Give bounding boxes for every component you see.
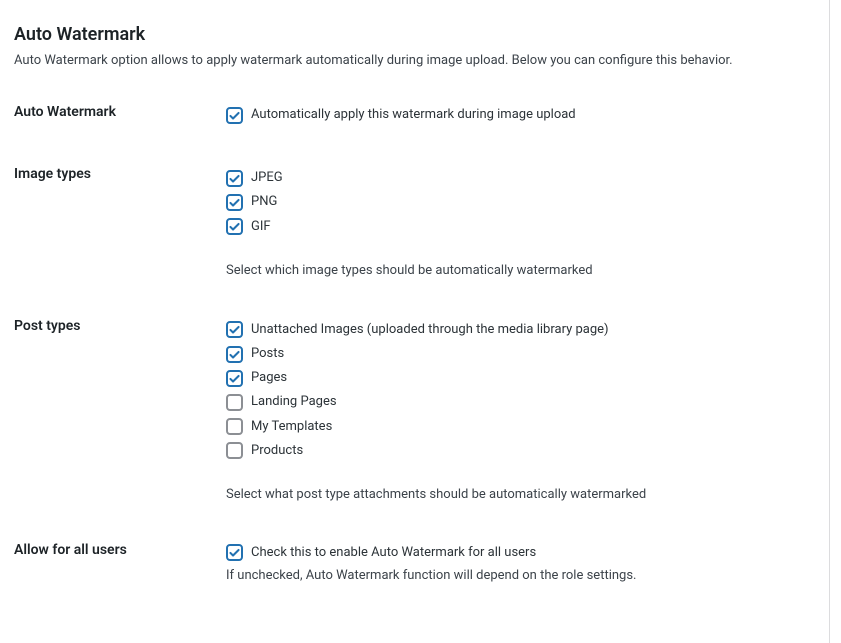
checkbox-label-post-type-unattached[interactable]: Unattached Images (uploaded through the … <box>251 321 609 339</box>
checkbox-auto-watermark[interactable] <box>226 107 243 124</box>
checkbox-image-type-gif[interactable] <box>226 218 243 235</box>
checkbox-image-type-png[interactable] <box>226 194 243 211</box>
check-icon <box>228 546 241 559</box>
checkbox-label-auto-watermark[interactable]: Automatically apply this watermark durin… <box>251 106 576 124</box>
check-icon <box>228 172 241 185</box>
checkbox-post-type-landing-pages[interactable] <box>226 394 243 411</box>
field-label-image-types: Image types <box>14 166 226 318</box>
field-label-post-types: Post types <box>14 318 226 542</box>
checkbox-label-image-type-gif[interactable]: GIF <box>251 218 271 236</box>
check-icon <box>228 372 241 385</box>
checkbox-post-type-products[interactable] <box>226 442 243 459</box>
checkbox-label-post-type-products[interactable]: Products <box>251 442 303 460</box>
checkbox-image-type-jpeg[interactable] <box>226 170 243 187</box>
check-icon <box>228 220 241 233</box>
checkbox-label-allow-all-users[interactable]: Check this to enable Auto Watermark for … <box>251 544 536 562</box>
check-icon <box>228 196 241 209</box>
checkbox-label-post-type-pages[interactable]: Pages <box>251 369 287 387</box>
section-description: Auto Watermark option allows to apply wa… <box>14 53 819 68</box>
checkbox-label-post-type-posts[interactable]: Posts <box>251 345 284 363</box>
checkbox-label-post-type-my-templates[interactable]: My Templates <box>251 418 332 436</box>
checkbox-post-type-posts[interactable] <box>226 346 243 363</box>
post-types-group: Unattached Images (uploaded through the … <box>226 318 819 463</box>
section-title: Auto Watermark <box>14 24 819 45</box>
checkbox-label-post-type-landing-pages[interactable]: Landing Pages <box>251 393 337 411</box>
checkbox-label-image-type-png[interactable]: PNG <box>251 193 277 211</box>
hint-allow-all-users: If unchecked, Auto Watermark function wi… <box>226 568 819 583</box>
check-icon <box>228 348 241 361</box>
check-icon <box>228 109 241 122</box>
field-label-allow-all-users: Allow for all users <box>14 542 226 623</box>
checkbox-label-image-type-jpeg[interactable]: JPEG <box>251 169 283 187</box>
checkbox-post-type-my-templates[interactable] <box>226 418 243 435</box>
check-icon <box>228 323 241 336</box>
checkbox-allow-all-users[interactable] <box>226 544 243 561</box>
field-label-auto-watermark: Auto Watermark <box>14 104 226 166</box>
checkbox-post-type-pages[interactable] <box>226 370 243 387</box>
hint-image-types: Select which image types should be autom… <box>226 263 819 278</box>
checkbox-post-type-unattached[interactable] <box>226 321 243 338</box>
image-types-group: JPEG PNG GIF <box>226 166 819 239</box>
hint-post-types: Select what post type attachments should… <box>226 487 819 502</box>
